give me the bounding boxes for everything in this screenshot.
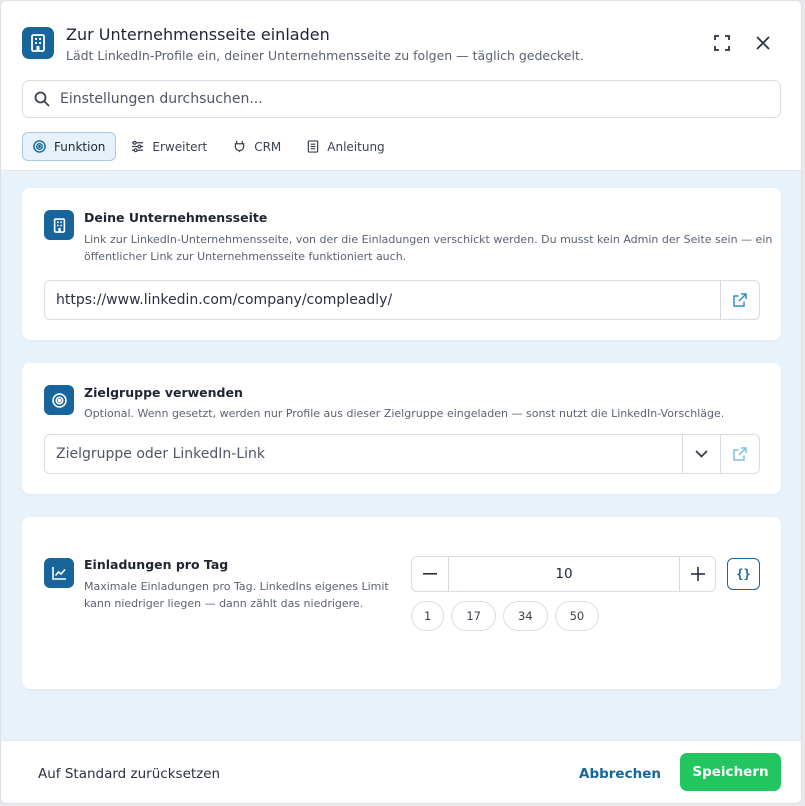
invites-value[interactable]: 10 [448, 557, 680, 591]
variable-button[interactable]: {} [727, 558, 760, 590]
invites-per-day-card: Einladungen pro Tag Maximale Einladungen… [22, 517, 781, 689]
company-page-card: Deine Unternehmensseite Link zur LinkedI… [22, 188, 781, 340]
close-icon [756, 36, 770, 50]
dialog: Zur Unternehmensseite einladen Lädt Link… [0, 0, 802, 804]
building-icon [22, 27, 54, 59]
expand-button[interactable] [710, 31, 734, 55]
dialog-header: Zur Unternehmensseite einladen Lädt Link… [1, 1, 801, 171]
open-audience-link-button[interactable] [720, 435, 759, 473]
audience-placeholder: Zielgruppe oder LinkedIn-Link [56, 446, 266, 462]
dialog-footer: Auf Standard zurücksetzen Abbrechen Spei… [1, 740, 801, 803]
dialog-subtitle: Lädt LinkedIn-Profile ein, deiner Untern… [66, 48, 584, 63]
preset-chip[interactable]: 34 [502, 601, 548, 631]
tab-bar: Funktion Erweitert CRM Anleitung [22, 132, 396, 162]
target-icon [33, 140, 46, 153]
external-link-icon [733, 447, 747, 461]
tab-erweitert[interactable]: Erweitert [120, 132, 218, 161]
card-title: Deine Unternehmensseite [84, 210, 268, 225]
tab-crm[interactable]: CRM [222, 132, 292, 161]
minus-icon [423, 573, 437, 575]
chart-icon [44, 558, 74, 588]
decrement-button[interactable] [412, 557, 448, 591]
tab-label: Erweitert [152, 139, 208, 154]
building-icon [44, 210, 74, 240]
company-url-value[interactable]: https://www.linkedin.com/company/complea… [56, 292, 392, 308]
invites-stepper: 10 [411, 556, 716, 592]
open-link-button[interactable] [720, 281, 759, 319]
preset-chips: 1 17 34 50 [411, 601, 600, 631]
card-description-line: Maximale Einladungen pro Tag. LinkedIns … [84, 580, 389, 593]
tab-label: Funktion [54, 139, 106, 154]
audience-card: Zielgruppe verwenden Optional. Wenn gese… [22, 363, 781, 494]
tab-label: CRM [254, 139, 282, 154]
document-icon [308, 140, 319, 153]
preset-chip[interactable]: 17 [451, 601, 496, 631]
audience-select[interactable]: Zielgruppe oder LinkedIn-Link [44, 434, 760, 474]
plug-icon [234, 140, 245, 153]
search-icon [34, 91, 50, 107]
settings-body: Deine Unternehmensseite Link zur LinkedI… [1, 171, 801, 740]
audience-dropdown-button[interactable] [682, 435, 720, 473]
card-description: Link zur LinkedIn-Unternehmensseite, von… [84, 231, 772, 265]
preset-chip[interactable]: 1 [411, 601, 445, 631]
card-description-line: öffentlicher Link zur Unternehmensseite … [84, 250, 407, 263]
preset-chip[interactable]: 50 [554, 601, 600, 631]
cancel-button[interactable]: Abbrechen [579, 766, 661, 782]
plus-icon [691, 567, 705, 581]
tab-funktion[interactable]: Funktion [22, 132, 117, 161]
reset-defaults-button[interactable]: Auf Standard zurücksetzen [38, 766, 220, 782]
external-link-icon [733, 293, 747, 307]
company-url-field[interactable]: https://www.linkedin.com/company/complea… [44, 280, 760, 320]
close-button[interactable] [751, 31, 775, 55]
sliders-icon [132, 140, 144, 153]
tab-anleitung[interactable]: Anleitung [296, 132, 395, 161]
card-description: Maximale Einladungen pro Tag. LinkedIns … [84, 578, 389, 612]
card-description-line: Link zur LinkedIn-Unternehmensseite, von… [84, 233, 773, 246]
tab-label: Anleitung [327, 139, 385, 154]
save-button[interactable]: Speichern [680, 753, 781, 791]
chevron-down-icon [695, 450, 708, 458]
card-description-line: kann niedriger liegen — dann zählt das n… [84, 597, 364, 610]
card-title: Zielgruppe verwenden [84, 385, 243, 400]
dialog-title: Zur Unternehmensseite einladen [66, 25, 330, 44]
card-title: Einladungen pro Tag [84, 557, 229, 572]
settings-search [22, 80, 781, 118]
increment-button[interactable] [680, 557, 716, 591]
target-icon [44, 385, 74, 415]
card-description: Optional. Wenn gesetzt, werden nur Profi… [84, 407, 725, 420]
search-input[interactable] [60, 81, 760, 117]
expand-icon [714, 35, 730, 51]
